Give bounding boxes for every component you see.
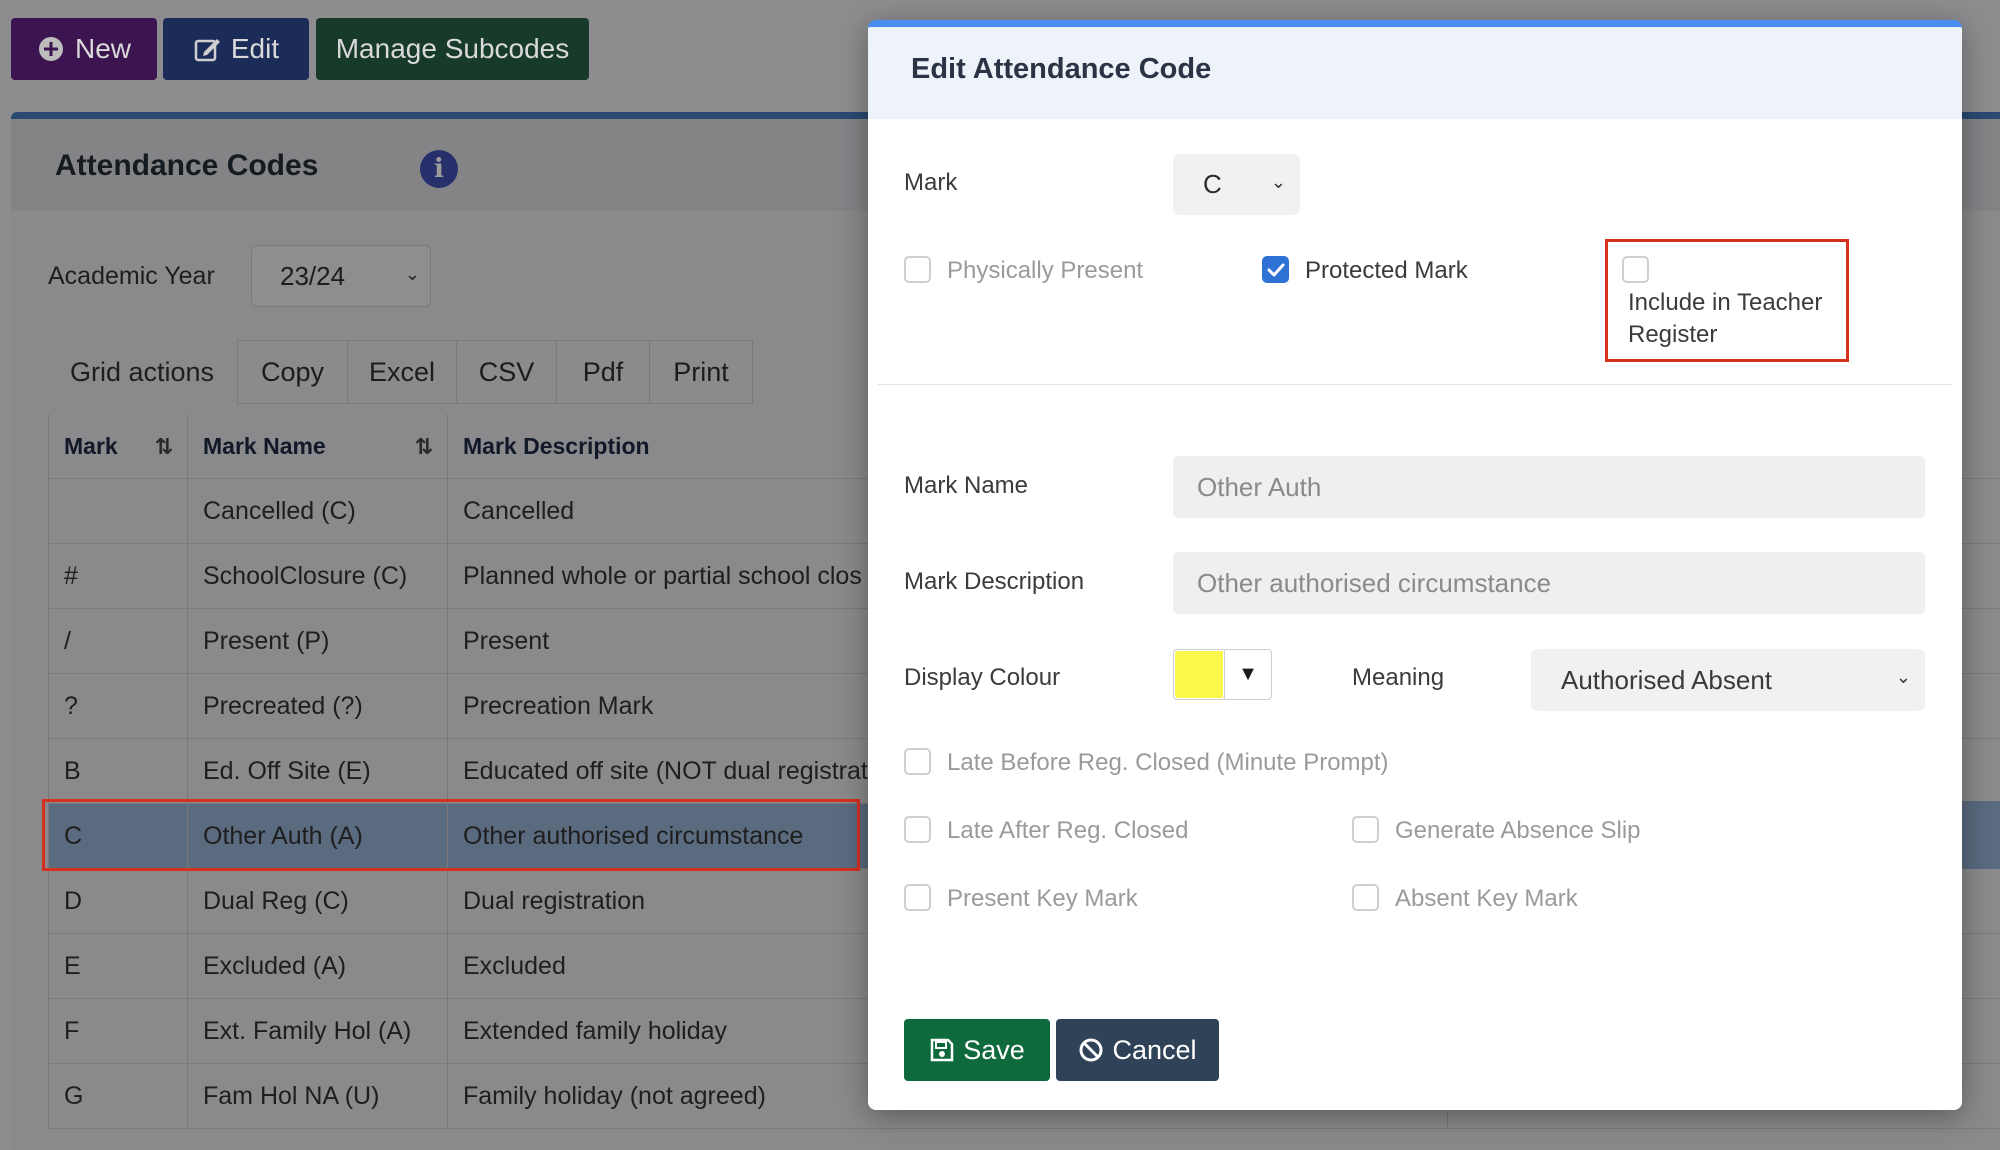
modal-title: Edit Attendance Code: [911, 53, 1212, 85]
chevron-down-icon: ⌄: [1895, 667, 1911, 687]
new-button[interactable]: New: [11, 18, 157, 80]
mark-description-field[interactable]: Other authorised circumstance: [1173, 552, 1925, 614]
academic-year-select[interactable]: 23/24 ⌄: [251, 245, 431, 307]
manage-subcodes-button[interactable]: Manage Subcodes: [316, 18, 589, 80]
modal-header: Edit Attendance Code: [868, 27, 1962, 119]
save-button-label: Save: [963, 1034, 1025, 1065]
academic-year-label: Academic Year: [48, 262, 215, 290]
floppy-disk-icon: [930, 1038, 954, 1062]
panel-title: Attendance Codes: [55, 149, 319, 182]
edit-attendance-code-modal: Edit Attendance Code Mark C ⌄ Physically…: [868, 20, 1962, 1110]
mark-select[interactable]: C ⌄: [1173, 154, 1300, 215]
plus-circle-icon: [38, 37, 63, 61]
protected-mark-checkbox[interactable]: [1262, 256, 1289, 283]
cancel-button-label: Cancel: [1112, 1034, 1197, 1065]
csv-button[interactable]: CSV: [456, 340, 557, 404]
academic-year-value: 23/24: [280, 260, 346, 291]
manage-subcodes-label: Manage Subcodes: [335, 33, 570, 64]
include-teacher-register-highlight-box: [1605, 239, 1849, 362]
modal-divider: [878, 384, 1952, 385]
chevron-down-icon: ⌄: [1270, 172, 1286, 192]
late-after-reg-closed-label: Late After Reg. Closed: [947, 817, 1189, 844]
new-button-label: New: [74, 33, 131, 64]
mark-label: Mark: [904, 169, 958, 196]
mark-select-value: C: [1203, 169, 1222, 199]
print-button[interactable]: Print: [649, 340, 753, 404]
mark-description-label: Mark Description: [904, 568, 1085, 595]
chevron-down-icon: ⌄: [404, 264, 420, 284]
edit-button[interactable]: Edit: [163, 18, 309, 80]
info-icon[interactable]: i: [420, 150, 458, 188]
grid-actions-bar: Grid actions Copy Excel CSV Pdf Print: [48, 340, 753, 404]
copy-button[interactable]: Copy: [237, 340, 348, 404]
mark-name-label: Mark Name: [904, 472, 1029, 499]
generate-absence-slip-checkbox[interactable]: [1352, 816, 1379, 843]
header-mark-name[interactable]: Mark Name ⇅: [188, 414, 448, 479]
late-before-reg-closed-checkbox[interactable]: [904, 748, 931, 775]
generate-absence-slip-label: Generate Absence Slip: [1395, 817, 1641, 844]
ban-icon: [1079, 1038, 1103, 1062]
pdf-button[interactable]: Pdf: [556, 340, 650, 404]
late-after-reg-closed-checkbox[interactable]: [904, 816, 931, 843]
protected-mark-label: Protected Mark: [1305, 257, 1468, 284]
sort-icon: ⇅: [414, 434, 433, 459]
sort-icon: ⇅: [154, 434, 173, 459]
grid-actions-label: Grid actions: [70, 356, 215, 387]
excel-button[interactable]: Excel: [347, 340, 457, 404]
meaning-label: Meaning: [1352, 664, 1445, 691]
absent-key-mark-checkbox[interactable]: [1352, 884, 1379, 911]
row-highlight-edge: [1960, 801, 2000, 869]
physically-present-label: Physically Present: [947, 257, 1144, 284]
edit-icon: [194, 39, 220, 62]
present-key-mark-label: Present Key Mark: [947, 885, 1138, 912]
meaning-select-value: Authorised Absent: [1561, 664, 1773, 695]
dropdown-arrow-icon: ▼: [1224, 650, 1271, 699]
edit-button-label: Edit: [230, 33, 280, 64]
absent-key-mark-label: Absent Key Mark: [1395, 885, 1578, 912]
meaning-select[interactable]: Authorised Absent ⌄: [1531, 649, 1925, 711]
mark-name-field[interactable]: Other Auth: [1173, 456, 1925, 518]
physically-present-checkbox[interactable]: [904, 256, 931, 283]
present-key-mark-checkbox[interactable]: [904, 884, 931, 911]
display-colour-label: Display Colour: [904, 664, 1061, 691]
late-before-reg-closed-label: Late Before Reg. Closed (Minute Prompt): [947, 749, 1389, 776]
colour-swatch: [1175, 651, 1223, 698]
display-colour-picker[interactable]: ▼: [1173, 649, 1272, 700]
header-mark[interactable]: Mark ⇅: [48, 414, 188, 479]
cancel-button[interactable]: Cancel: [1056, 1019, 1219, 1081]
selected-row-highlight-box: [42, 799, 860, 871]
check-icon: [1267, 263, 1285, 277]
save-button[interactable]: Save: [904, 1019, 1050, 1081]
